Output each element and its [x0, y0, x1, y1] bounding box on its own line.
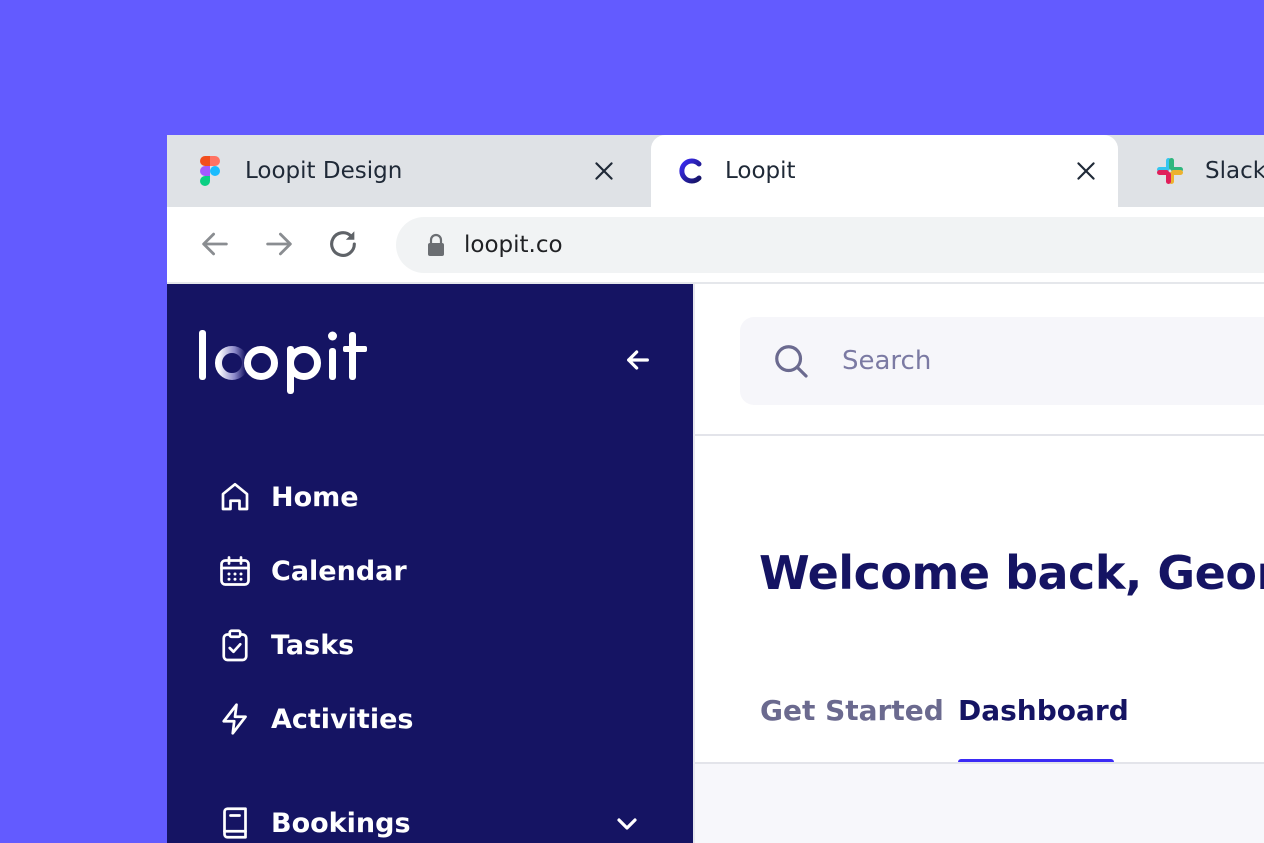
- header-divider: [695, 434, 1264, 436]
- browser-tab-loopit[interactable]: Loopit: [651, 135, 1118, 207]
- sidebar-item-activities[interactable]: Activities: [217, 697, 413, 741]
- main-content: Welcome back, George Get Started Dashboa…: [693, 284, 1264, 843]
- loopit-logo: [199, 330, 367, 394]
- forward-arrow-icon[interactable]: [262, 227, 296, 261]
- close-icon[interactable]: [1073, 158, 1099, 184]
- slack-icon: [1157, 158, 1183, 184]
- arrow-left-icon[interactable]: [622, 344, 654, 376]
- sidebar-item-calendar[interactable]: Calendar: [217, 549, 407, 593]
- browser-tab-bar: Loopit Design Loopit Slack: [167, 135, 1264, 207]
- content-tabs: Get Started Dashboard: [695, 694, 1264, 764]
- browser-tab-slack[interactable]: Slack: [1127, 135, 1264, 207]
- app-shell: Home Calendar Tasks Activities Bookings …: [167, 284, 1264, 843]
- reload-icon[interactable]: [326, 227, 360, 261]
- clipboard-check-icon: [222, 629, 248, 662]
- lock-icon: [428, 233, 444, 256]
- sidebar-item-label: Activities: [271, 703, 414, 735]
- tab-label: Loopit Design: [245, 158, 403, 184]
- search-bar[interactable]: [740, 317, 1264, 405]
- browser-window: Loopit Design Loopit Slack loopit.co Hom…: [167, 135, 1264, 843]
- url-text: loopit.co: [464, 232, 563, 258]
- tab-get-started[interactable]: Get Started: [760, 694, 944, 727]
- home-icon: [221, 482, 249, 511]
- sidebar-item-label: Calendar: [271, 555, 407, 587]
- address-bar[interactable]: loopit.co: [396, 217, 1264, 273]
- tab-dashboard[interactable]: Dashboard: [958, 694, 1129, 727]
- sidebar-item-home[interactable]: Home: [217, 475, 359, 519]
- lightning-icon: [222, 703, 247, 735]
- sidebar-item-label: Home: [271, 481, 359, 513]
- chevron-down-icon[interactable]: [611, 808, 643, 840]
- search-input[interactable]: [842, 346, 1242, 376]
- tab-label: Loopit: [725, 158, 796, 184]
- browser-toolbar: loopit.co: [167, 207, 1264, 284]
- browser-tab-loopit-design[interactable]: Loopit Design: [167, 135, 650, 207]
- calendar-icon: [220, 556, 250, 586]
- sidebar-item-label: Tasks: [271, 629, 355, 661]
- sidebar-item-tasks[interactable]: Tasks: [217, 623, 354, 667]
- sidebar-item-bookings[interactable]: Bookings: [217, 801, 411, 843]
- page-title: Welcome back, George: [759, 546, 1264, 600]
- book-icon: [223, 807, 247, 839]
- sidebar-item-label: Bookings: [271, 807, 411, 839]
- tab-label: Slack: [1205, 158, 1264, 184]
- figma-icon: [200, 156, 220, 186]
- back-arrow-icon[interactable]: [198, 227, 232, 261]
- dashboard-panel: [695, 764, 1264, 843]
- search-icon: [775, 345, 808, 378]
- close-icon[interactable]: [591, 158, 617, 184]
- loopit-icon: [679, 158, 702, 184]
- sidebar: Home Calendar Tasks Activities Bookings: [167, 284, 693, 843]
